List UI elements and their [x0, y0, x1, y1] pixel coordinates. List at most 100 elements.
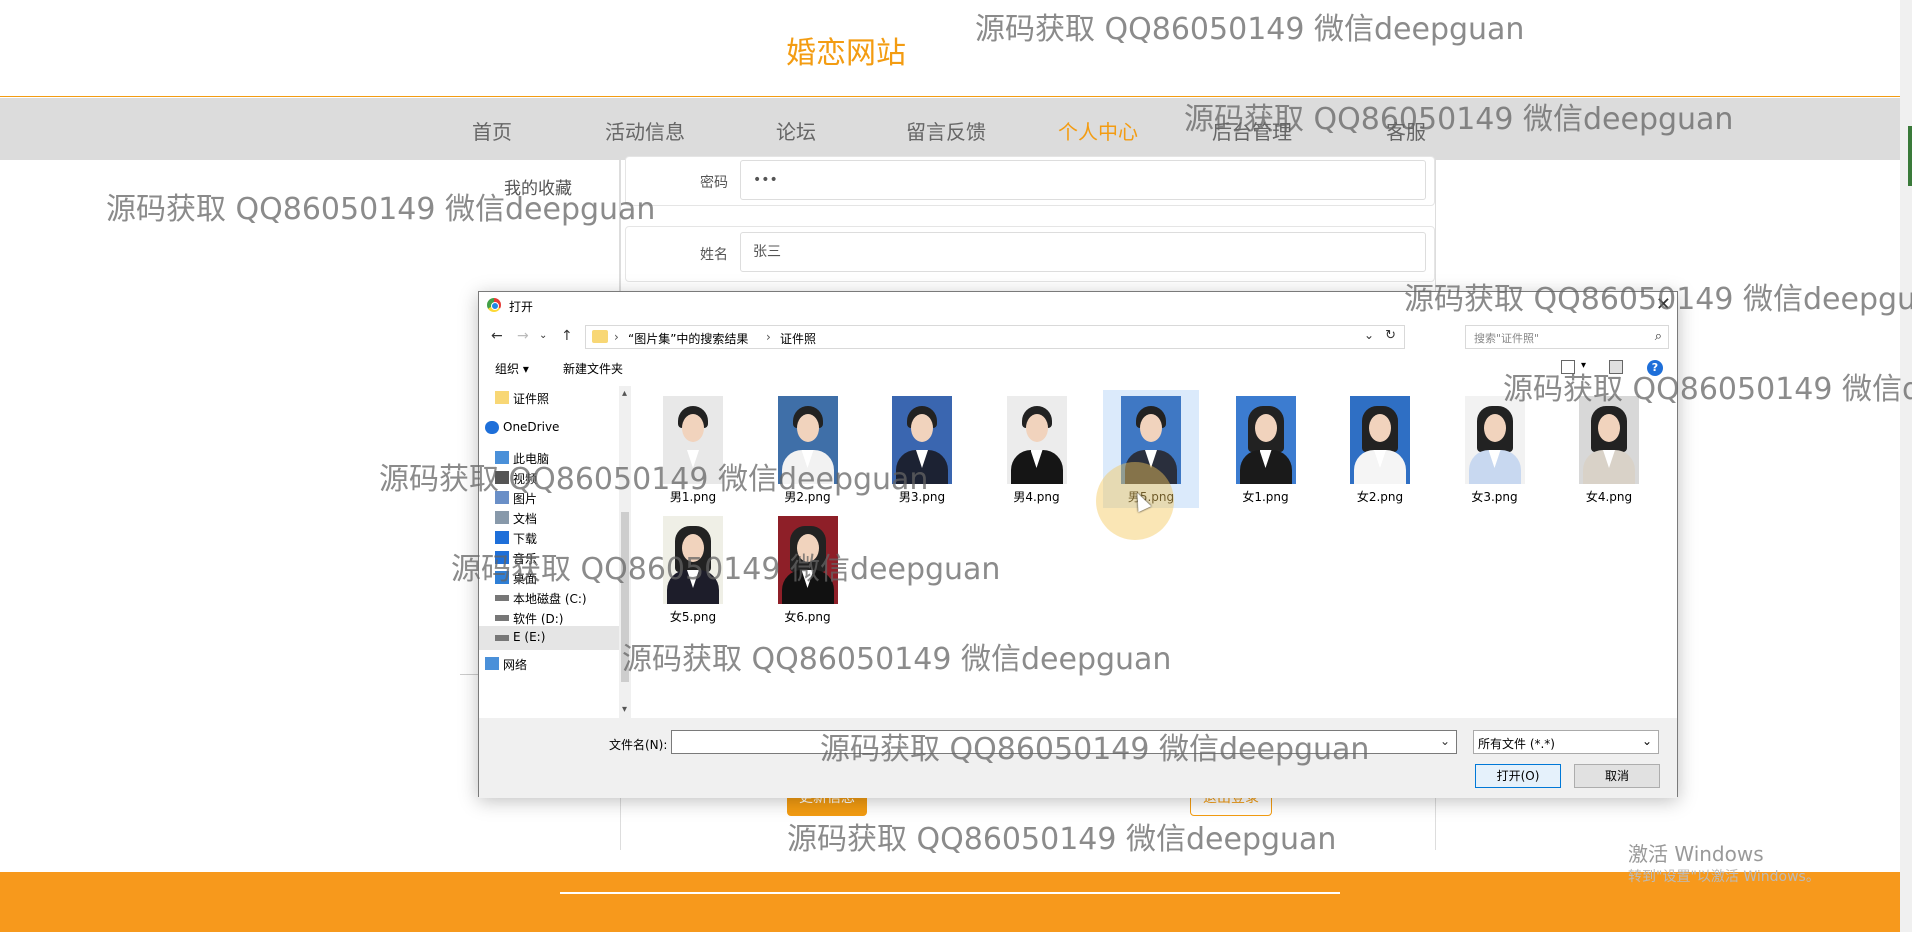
nav-service[interactable]: 客服: [1386, 116, 1426, 145]
desktop-icon: [495, 571, 509, 584]
password-input[interactable]: •••: [740, 160, 1426, 200]
new-folder-button[interactable]: 新建文件夹: [563, 360, 623, 377]
nav-admin[interactable]: 后台管理: [1212, 116, 1292, 145]
file-type-dropdown-icon[interactable]: ⌄: [1642, 734, 1652, 748]
file-name: 男2.png: [784, 490, 831, 504]
image-thumbnail: [1350, 396, 1410, 484]
file-item[interactable]: 男3.png: [874, 390, 970, 508]
forward-arrow-icon[interactable]: →: [517, 328, 529, 344]
nav-pane-item-label: 本地磁盘 (C:): [513, 592, 587, 606]
nav-pane-item[interactable]: 网络: [479, 652, 619, 676]
dialog-toolbar: 组织 ▾ 新建文件夹 ▾ ?: [479, 354, 1677, 382]
search-placeholder: 搜索"证件照": [1474, 332, 1540, 345]
dialog-title: 打开: [509, 300, 534, 314]
file-item[interactable]: 女5.png: [645, 510, 741, 628]
back-arrow-icon[interactable]: ←: [491, 328, 503, 344]
refresh-icon[interactable]: ↻: [1385, 328, 1396, 343]
image-thumbnail: [1464, 396, 1525, 484]
file-item[interactable]: 男2.png: [760, 390, 856, 508]
nav-pane-item[interactable]: 证件照: [479, 386, 619, 410]
image-thumbnail: [1006, 396, 1067, 484]
breadcrumb-separator-icon[interactable]: ›: [614, 330, 619, 344]
nav-pane-item[interactable]: E (E:): [479, 626, 619, 650]
nav-pane-item-label: 视频: [513, 472, 538, 486]
file-item[interactable]: 男4.png: [989, 390, 1085, 508]
scroll-up-icon[interactable]: ▴: [622, 388, 627, 399]
file-item[interactable]: 女3.png: [1447, 390, 1543, 508]
file-list: 男1.png 男2.png 男3.png 男4.png 男5.png 女1.png 女2.p…: [631, 386, 1677, 718]
drive-icon: [495, 595, 509, 601]
nav-pane-item-label: 文档: [513, 512, 538, 526]
cancel-button[interactable]: 取消: [1574, 764, 1660, 788]
nav-pane-item-label: E (E:): [513, 630, 546, 644]
nav-pane-item-label: 证件照: [513, 392, 550, 406]
nav-pane-item-label: 软件 (D:): [513, 612, 564, 626]
file-name: 女2.png: [1356, 490, 1404, 504]
navigation-scroll-thumb[interactable]: [621, 512, 629, 682]
filename-input[interactable]: ⌄: [671, 730, 1457, 754]
nav-pane-item[interactable]: OneDrive: [479, 416, 619, 440]
file-type-select[interactable]: 所有文件 (*.*) ⌄: [1473, 730, 1659, 754]
dialog-titlebar[interactable]: 打开 ✕: [479, 292, 1677, 318]
site-header: 婚恋网站: [0, 0, 1900, 97]
nav-feedback[interactable]: 留言反馈: [906, 116, 986, 145]
windows-activation-subtext: 转到"设置"以激活 Windows。: [1628, 869, 1820, 885]
view-mode-icon[interactable]: [1561, 360, 1575, 374]
password-label: 密码: [700, 175, 728, 191]
nav-pane-item-label: 此电脑: [513, 452, 550, 466]
image-thumbnail: [777, 516, 838, 604]
site-title[interactable]: 婚恋网站: [786, 28, 906, 72]
folder-icon: [495, 391, 509, 404]
breadcrumb-folder[interactable]: 证件照: [780, 330, 816, 347]
view-dropdown-icon[interactable]: ▾: [1581, 360, 1586, 371]
breadcrumb-search-results[interactable]: “图片集”中的搜索结果: [628, 330, 748, 347]
address-bar[interactable]: › “图片集”中的搜索结果 › 证件照 ⌄ ↻: [585, 325, 1405, 349]
nav-activities[interactable]: 活动信息: [605, 116, 685, 145]
file-item[interactable]: 女4.png: [1561, 390, 1657, 508]
address-dropdown-icon[interactable]: ⌄: [1364, 328, 1374, 342]
site-footer: [0, 872, 1900, 932]
search-icon[interactable]: ⌕: [1655, 329, 1662, 344]
name-input[interactable]: 张三: [740, 232, 1426, 272]
file-name: 女6.png: [784, 610, 831, 624]
file-name: 男1.png: [669, 490, 717, 504]
nav-home[interactable]: 首页: [472, 116, 512, 145]
page-scroll-thumb[interactable]: [1908, 126, 1912, 186]
open-button[interactable]: 打开(O): [1475, 764, 1561, 788]
nav-pane-item-label: 桌面: [513, 572, 538, 586]
file-item[interactable]: 女1.png: [1218, 390, 1314, 508]
menu-my-favorites[interactable]: 我的收藏: [504, 174, 572, 199]
file-name: 男4.png: [1013, 490, 1060, 504]
file-type-value: 所有文件 (*.*): [1478, 737, 1555, 751]
image-thumbnail: [1579, 396, 1639, 484]
file-item[interactable]: 男1.png: [645, 390, 741, 508]
navigation-pane: 证件照 OneDrive 此电脑 视频 图片 文档 下载 音乐 桌面 本地磁盘 (C:) 软件 (D…: [479, 386, 619, 718]
main-nav: 首页 活动信息 论坛 留言反馈 个人中心 后台管理 客服: [0, 98, 1900, 160]
video-icon: [495, 471, 509, 484]
preview-pane-icon[interactable]: [1609, 360, 1623, 374]
file-name: 男3.png: [898, 490, 946, 504]
music-icon: [495, 551, 509, 564]
filename-dropdown-icon[interactable]: ⌄: [1440, 734, 1450, 748]
organize-button[interactable]: 组织 ▾: [495, 360, 529, 377]
breadcrumb-separator-icon[interactable]: ›: [766, 330, 771, 344]
image-thumbnail: [777, 396, 838, 484]
file-item[interactable]: 女2.png: [1332, 390, 1428, 508]
file-name: 女5.png: [669, 610, 717, 624]
search-box[interactable]: 搜索"证件照" ⌕: [1465, 325, 1669, 349]
windows-activation-text: 激活 Windows: [1628, 842, 1764, 866]
document-icon: [495, 511, 509, 524]
nav-forum[interactable]: 论坛: [776, 116, 816, 145]
help-icon[interactable]: ?: [1647, 360, 1663, 376]
nav-personal-center[interactable]: 个人中心: [1058, 116, 1138, 145]
image-thumbnail: [892, 396, 952, 484]
nav-pane-item-label: 网络: [503, 658, 528, 672]
recent-dropdown-icon[interactable]: ⌄: [539, 330, 547, 341]
name-label: 姓名: [700, 247, 728, 263]
image-thumbnail: [1235, 396, 1296, 484]
scroll-down-icon[interactable]: ▾: [622, 704, 627, 715]
folder-icon: [592, 330, 608, 343]
close-icon[interactable]: ✕: [1656, 294, 1671, 315]
file-item[interactable]: 女6.png: [760, 510, 856, 628]
up-arrow-icon[interactable]: ↑: [561, 328, 573, 344]
